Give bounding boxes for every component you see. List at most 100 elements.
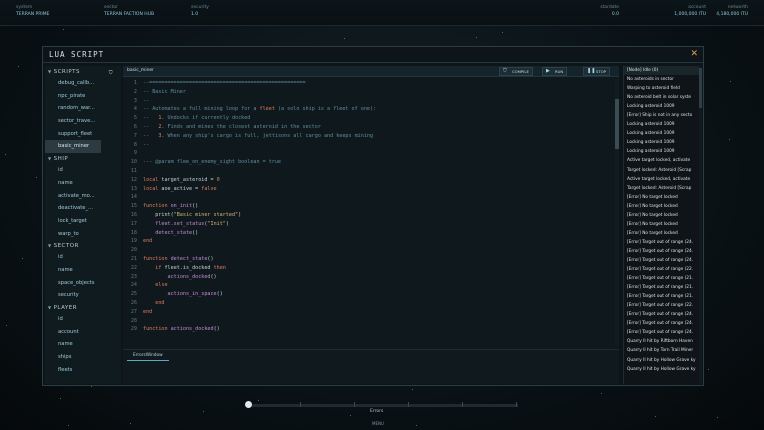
window-titlebar[interactable]: LUA SCRIPT ✕ [43, 47, 703, 63]
security-readout: security 1.0 [191, 4, 209, 18]
lua-script-window: LUA SCRIPT ✕ ▼ SCRIPTS ⛉ debug_callb... npc_… [42, 46, 704, 386]
star [60, 398, 61, 399]
code-line: 12 local target_asteroid = 0 [123, 176, 617, 185]
sidebar-item[interactable]: id [45, 313, 121, 326]
code-line: 2 -- Basic Miner [123, 88, 617, 97]
window-title: LUA SCRIPT [49, 50, 105, 59]
code-text: end [143, 299, 164, 308]
sidebar-item[interactable]: npc_pirate [45, 90, 121, 103]
log-scroll-thumb[interactable] [699, 68, 702, 108]
sector-value: TERRAN FACTION HUB [104, 12, 155, 17]
sidebar-item[interactable]: sector_trave... [45, 115, 121, 128]
log-entry: [Error] Target out of range (24. [627, 321, 694, 327]
code-token: --======================================… [143, 80, 306, 86]
star [344, 38, 345, 39]
stop-button[interactable]: ❚❚ STOP [583, 67, 611, 76]
code-text: -- Basic Miner [143, 88, 186, 97]
star [412, 389, 413, 390]
code-token: (a solo ship is a fleet of one): [274, 106, 377, 113]
code-text: end [143, 237, 152, 246]
sidebar-item[interactable]: security [45, 289, 121, 302]
code-text: -- [143, 141, 149, 150]
code-line: 21 function detect_state() [123, 255, 617, 264]
run-button[interactable]: ▶ RUN [542, 67, 568, 76]
sidebar-item[interactable]: fleets [45, 364, 121, 377]
tab-basic-miner[interactable]: basic_miner [127, 68, 154, 73]
sidebar-item[interactable]: id [45, 251, 121, 264]
sidebar-item[interactable]: basic_miner [45, 140, 101, 154]
star [708, 369, 709, 370]
shield-icon[interactable]: ⛉ [109, 68, 113, 79]
timeline-knob[interactable] [245, 401, 252, 408]
star [130, 423, 131, 424]
log-entry: Locking asteroid 1009 [627, 140, 675, 146]
code-token: target_asteroid = [158, 176, 217, 183]
star [91, 386, 92, 387]
editor-scrollbar[interactable] [615, 79, 619, 347]
star [6, 325, 7, 326]
log-scrollbar[interactable] [699, 66, 702, 384]
code-line: 17 fleet.set_status("Init") [123, 220, 617, 229]
code-token: false [201, 185, 217, 192]
star [655, 416, 656, 417]
system-readout: system TERRAN PRIME [16, 4, 49, 18]
log-entry: Warping to asteroid field [627, 86, 680, 92]
sidebar-item[interactable]: name [45, 338, 121, 351]
section-header-ship[interactable]: ▼ SHIP [45, 153, 121, 164]
code-text: detect_state() [143, 229, 198, 238]
code-token: detect_state [155, 229, 193, 236]
log-entry: Quarry II hit by Riftborn Haven [627, 339, 693, 345]
sidebar-item[interactable]: name [45, 264, 121, 277]
log-entry: Locking asteroid 1009 [627, 104, 675, 110]
code-token: -- Basic Miner [143, 88, 186, 95]
log-entry: Target locked: Asteroid [Scrap [627, 185, 692, 191]
line-number: 19 [130, 238, 137, 245]
sidebar-item[interactable]: warp_to [45, 228, 121, 241]
tab-errors-window[interactable]: ErrorsWindow [127, 352, 169, 361]
star [729, 139, 730, 140]
sidebar-item[interactable]: id [45, 164, 121, 177]
line-number: 18 [130, 229, 137, 236]
code-line: 9 [123, 149, 617, 158]
code-token: actions_docked [167, 273, 211, 280]
log-entry: [Error] Target out of range (21. [627, 294, 694, 300]
sidebar-item[interactable]: lock_target [45, 215, 121, 228]
log-entry: Locking asteroid 1009 [627, 131, 675, 137]
log-entry: [Error] Target out of range (24. [627, 257, 694, 263]
timeline-tick [462, 402, 463, 407]
sidebar-item[interactable]: space_objects [45, 277, 121, 290]
section-header-sector[interactable]: ▼ SECTOR [45, 240, 121, 251]
code-token: () [210, 273, 217, 280]
log-entry: Active target locked, activate [627, 176, 691, 182]
close-icon[interactable]: ✕ [690, 49, 698, 59]
timeline-track[interactable] [246, 404, 518, 407]
code-token: ) [225, 220, 229, 227]
star [730, 81, 731, 82]
line-number: 9 [133, 150, 137, 157]
line-number: 24 [130, 282, 137, 289]
section-header-scripts[interactable]: ▼ SCRIPTS ⛉ [45, 66, 121, 77]
sidebar-item[interactable]: deactivate_... [45, 202, 121, 215]
sidebar-item[interactable]: account [45, 326, 121, 339]
code-token: end [143, 308, 153, 315]
line-number: 7 [133, 132, 137, 139]
sidebar-item[interactable]: support_fleet [45, 128, 121, 141]
menu-button[interactable]: MENU [372, 421, 384, 426]
line-number: 11 [130, 167, 137, 174]
log-entry: [Error] Target out of range (24. [627, 312, 694, 318]
code-token: print( [143, 211, 174, 218]
sidebar-item[interactable]: name [45, 177, 121, 190]
code-area[interactable]: 1 --=====================================… [123, 79, 617, 347]
editor-scroll-thumb[interactable] [615, 99, 619, 149]
section-header-player[interactable]: ▼ PLAYER [45, 302, 121, 313]
errors-panel: ErrorsWindow [123, 349, 619, 384]
sidebar-item[interactable]: random_war... [45, 102, 121, 115]
section-title: SCRIPTS [53, 69, 81, 75]
timeline-tick [408, 402, 409, 407]
sidebar-item[interactable]: ships [45, 351, 121, 364]
sidebar-item[interactable]: activate_mo... [45, 190, 121, 203]
networth-label: networth [727, 5, 748, 10]
compile-button[interactable]: ⛉ COMPILE [499, 67, 533, 76]
